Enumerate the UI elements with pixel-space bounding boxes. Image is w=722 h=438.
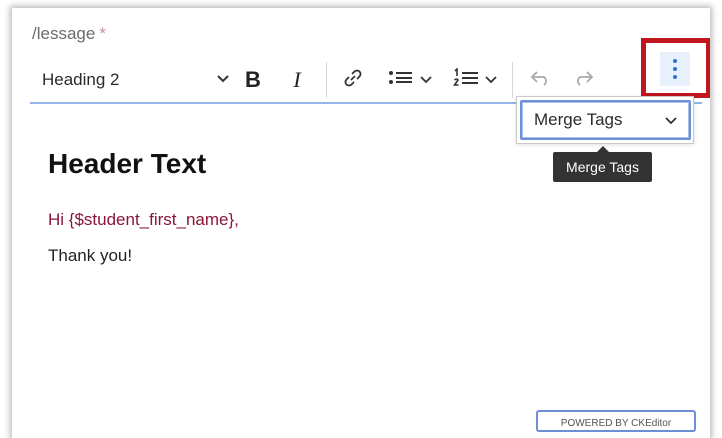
bold-button[interactable]: B (238, 60, 268, 100)
chevron-down-icon (216, 71, 230, 89)
field-label-text: /lessage (32, 24, 96, 43)
link-button[interactable] (336, 60, 370, 100)
greeting-line: Hi {$student_first_name}, (48, 210, 239, 229)
dot (673, 59, 677, 63)
heading-select[interactable]: Heading 2 (42, 60, 230, 100)
toolbar-overflow-panel: Merge Tags (516, 96, 694, 144)
undo-icon (530, 70, 552, 91)
editor-frame: /lessage * Heading 2 B I Merge Tags Merg… (12, 8, 710, 438)
numbered-list-button[interactable] (444, 60, 506, 100)
italic-button[interactable]: I (282, 60, 312, 100)
redo-button[interactable] (566, 60, 600, 100)
thank-you-line: Thank you! (48, 246, 133, 265)
chevron-down-icon (665, 110, 677, 130)
powered-by-text: POWERED BY CKEditor (560, 418, 672, 429)
required-mark: * (99, 24, 106, 43)
editor-content[interactable]: Header Text Hi {$student_first_name}, Th… (48, 148, 648, 266)
dot (673, 67, 677, 71)
chevron-down-icon (420, 71, 432, 89)
heading-select-label: Heading 2 (42, 70, 120, 89)
merge-tags-dropdown[interactable]: Merge Tags (520, 100, 691, 140)
highlight-box (641, 38, 710, 98)
italic-icon: I (293, 67, 301, 92)
undo-button[interactable] (524, 60, 558, 100)
powered-by-badge[interactable]: POWERED BY CKEditor (536, 410, 696, 432)
bold-icon: B (245, 67, 261, 92)
dot (673, 75, 677, 79)
toolbar-separator (512, 62, 513, 98)
link-icon (343, 68, 363, 93)
chevron-down-icon (485, 71, 497, 89)
numbered-list-icon (452, 66, 479, 93)
bulleted-list-icon (388, 69, 414, 92)
toolbar-separator (326, 62, 327, 98)
show-more-items-button[interactable] (660, 52, 690, 86)
content-heading: Header Text (48, 148, 207, 179)
bulleted-list-button[interactable] (380, 60, 440, 100)
merge-tags-dropdown-label: Merge Tags (534, 110, 623, 129)
redo-icon (572, 70, 594, 91)
message-field-label: /lessage * (32, 24, 106, 44)
